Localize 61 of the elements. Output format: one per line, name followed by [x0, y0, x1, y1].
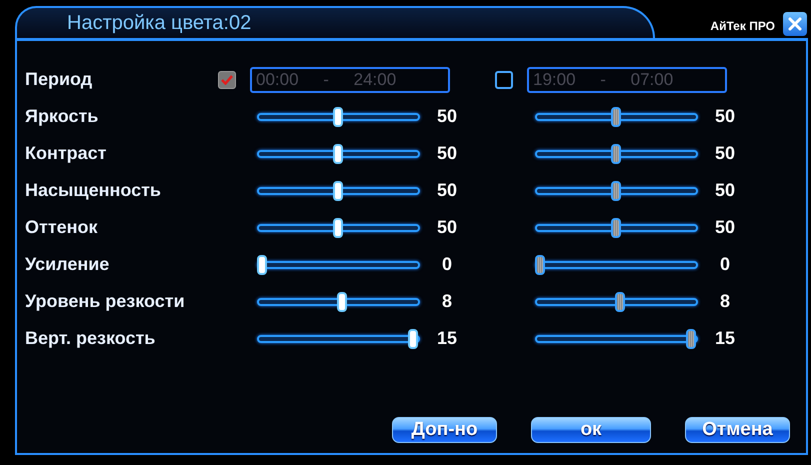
- row-label: Яркость: [25, 106, 100, 127]
- dialog-button[interactable]: Отмена: [685, 417, 790, 443]
- slider-thumb[interactable]: [337, 292, 348, 312]
- slider[interactable]: [257, 104, 420, 128]
- time-range-field[interactable]: 00:00 - 24:00: [250, 66, 450, 92]
- slider[interactable]: [535, 326, 698, 350]
- window-title: Настройка цвета:02: [67, 12, 252, 34]
- slider[interactable]: [535, 178, 698, 202]
- slider[interactable]: [535, 142, 698, 166]
- slider[interactable]: [257, 290, 420, 314]
- slider-thumb[interactable]: [332, 180, 342, 200]
- value-label: 50: [714, 143, 736, 164]
- row-label: Уровень резкости: [25, 291, 186, 312]
- value-label: 0: [718, 254, 731, 275]
- value-label: 8: [440, 291, 453, 312]
- slider-thumb[interactable]: [257, 254, 267, 274]
- value-label: 50: [714, 180, 736, 201]
- value-label: 15: [436, 328, 458, 349]
- value-label: 50: [436, 217, 458, 238]
- slider-thumb[interactable]: [332, 144, 342, 164]
- slider[interactable]: [535, 290, 698, 314]
- close-button[interactable]: [783, 12, 807, 36]
- value-label: 15: [714, 328, 736, 349]
- slider[interactable]: [257, 326, 420, 350]
- row-label: Верт. резкость: [25, 328, 156, 349]
- time-range-field[interactable]: 19:00 - 07:00: [527, 66, 727, 92]
- value-label: 50: [436, 143, 458, 164]
- value-label: 8: [718, 291, 731, 312]
- row-label: Оттенок: [25, 217, 99, 238]
- slider-thumb[interactable]: [686, 328, 696, 348]
- row-label: Усиление: [25, 254, 110, 275]
- row-label: Период: [25, 69, 94, 90]
- value-label: 50: [714, 106, 736, 127]
- slider-thumb[interactable]: [332, 106, 342, 126]
- slider-thumb[interactable]: [610, 180, 620, 200]
- slider[interactable]: [257, 178, 420, 202]
- row-label: Насыщенность: [25, 180, 162, 201]
- close-icon: [788, 17, 802, 31]
- slider[interactable]: [535, 252, 698, 276]
- dialog-button[interactable]: Доп-но: [392, 417, 497, 443]
- checkbox[interactable]: [495, 70, 513, 88]
- slider-thumb[interactable]: [610, 144, 620, 164]
- slider-thumb[interactable]: [615, 292, 626, 312]
- dialog-button[interactable]: ок: [531, 417, 651, 443]
- checkbox[interactable]: [218, 70, 236, 88]
- slider[interactable]: [535, 104, 698, 128]
- slider-thumb[interactable]: [408, 328, 418, 348]
- slider[interactable]: [257, 142, 420, 166]
- slider[interactable]: [535, 216, 698, 240]
- slider[interactable]: [257, 252, 420, 276]
- value-label: 50: [436, 180, 458, 201]
- brand-label: АйТек ПРО: [710, 19, 775, 33]
- value-label: 0: [440, 254, 453, 275]
- slider-thumb[interactable]: [535, 254, 545, 274]
- row-label: Контраст: [25, 143, 108, 164]
- slider-thumb[interactable]: [332, 218, 342, 238]
- value-label: 50: [714, 217, 736, 238]
- value-label: 50: [436, 106, 458, 127]
- slider-thumb[interactable]: [610, 218, 620, 238]
- slider[interactable]: [257, 216, 420, 240]
- slider-thumb[interactable]: [610, 106, 620, 126]
